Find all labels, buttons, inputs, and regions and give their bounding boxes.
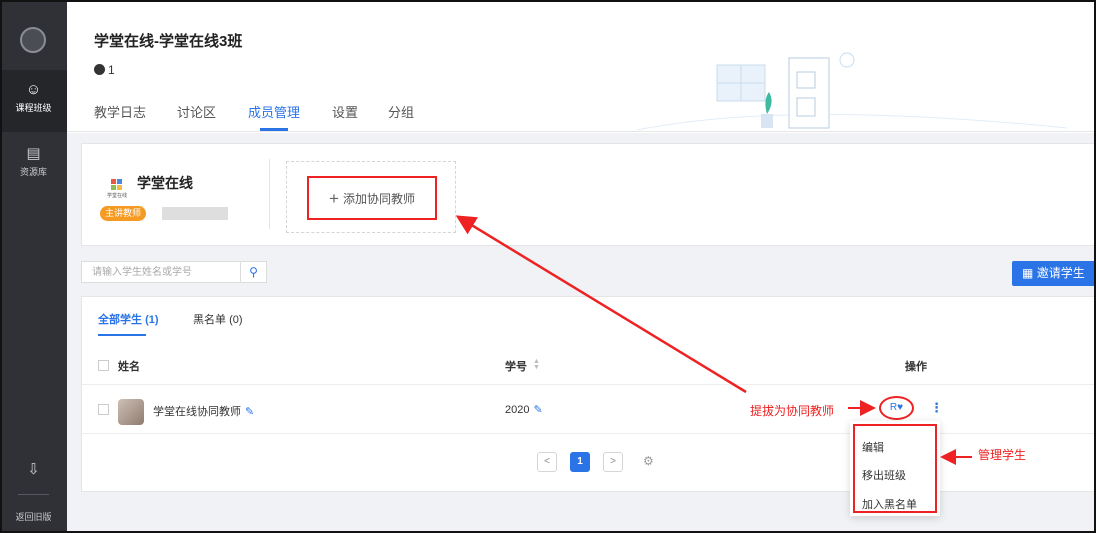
- annotation-manage: 管理学生: [978, 448, 1027, 462]
- menu-item-remove-from-class[interactable]: 移出班级: [862, 467, 906, 483]
- invite-students-button[interactable]: ▦ 邀请学生: [1012, 261, 1096, 286]
- menu-item-add-to-blacklist[interactable]: 加入黑名单: [862, 496, 917, 512]
- table-header: 姓名 学号 ▲ ▼ 操作: [82, 345, 1096, 385]
- tab-all-students[interactable]: 全部学生 (1): [98, 311, 159, 327]
- school-logo-icon: 学堂在线: [107, 179, 127, 199]
- app-logo[interactable]: [20, 27, 46, 53]
- back-to-old-version-link[interactable]: 返回旧版: [0, 510, 67, 523]
- class-icon: ☺: [25, 81, 42, 98]
- student-search: ⚲: [81, 261, 267, 283]
- column-header-student-id[interactable]: 学号: [505, 358, 527, 374]
- tab-teaching-log[interactable]: 教学日志: [94, 102, 146, 121]
- page-title: 学堂在线-学堂在线3班: [94, 33, 243, 50]
- settings-icon[interactable]: ⚙: [643, 454, 654, 468]
- sidebar-item-library[interactable]: ▤ 资源库: [0, 138, 67, 188]
- promote-user-icon: R♥: [889, 402, 904, 413]
- download-icon: ⇩: [27, 461, 40, 478]
- role-badge: 主讲教师: [100, 206, 147, 221]
- column-header-name: 姓名: [118, 361, 140, 373]
- select-all-checkbox[interactable]: [98, 360, 109, 371]
- add-co-teacher-area: + 添加协同教师: [286, 161, 456, 233]
- member-count: 1: [94, 63, 115, 77]
- student-name: 学堂在线协同教师 ✎: [153, 406, 255, 418]
- tab-groups[interactable]: 分组: [388, 102, 414, 121]
- column-header-actions: 操作: [905, 361, 927, 373]
- header-illustration: [637, 52, 1067, 131]
- active-tab-indicator: [260, 128, 288, 131]
- page-1-button[interactable]: 1: [570, 452, 590, 472]
- sidebar-item-label: 课程班级: [15, 103, 52, 113]
- next-page-button[interactable]: >: [603, 452, 623, 472]
- sidebar: ☺ 课程班级 ▤ 资源库 ⇩ 返回旧版: [0, 0, 67, 533]
- tab-discussion[interactable]: 讨论区: [177, 102, 216, 121]
- table-row: 学堂在线协同教师 ✎ 2020 ✎ R♥ ⋮: [82, 386, 1096, 434]
- tab-settings[interactable]: 设置: [332, 102, 358, 121]
- qrcode-icon: ▦: [1022, 266, 1034, 280]
- search-icon[interactable]: ⚲: [240, 262, 266, 282]
- prev-page-button[interactable]: <: [537, 452, 557, 472]
- teacher-card: 学堂在线 学堂在线 主讲教师 + 添加协同教师: [81, 143, 1096, 246]
- add-co-teacher-button[interactable]: + 添加协同教师: [307, 176, 437, 220]
- card-divider: [269, 159, 270, 229]
- annotation-promote: 提拔为协同教师: [750, 404, 835, 418]
- sort-icon[interactable]: ▲ ▼: [533, 358, 540, 371]
- search-input[interactable]: [82, 262, 232, 282]
- teacher-name-blurred: [162, 207, 228, 220]
- download-button[interactable]: ⇩: [0, 462, 67, 481]
- row-checkbox[interactable]: [98, 404, 109, 415]
- sidebar-item-classes[interactable]: ☺ 课程班级: [0, 70, 67, 132]
- student-id: 2020 ✎: [505, 404, 543, 416]
- library-icon: ▤: [26, 145, 41, 162]
- svg-text:学堂在线: 学堂在线: [107, 192, 127, 199]
- sidebar-item-label: 资源库: [19, 167, 47, 177]
- member-management-content: 学堂在线 学堂在线 主讲教师 + 添加协同教师 ⚲ ▦ 邀请学生 全部学生 (1…: [67, 133, 1096, 533]
- more-options-icon[interactable]: ⋮: [930, 400, 943, 416]
- tab-blacklist[interactable]: 黑名单 (0): [193, 311, 243, 327]
- avatar: [118, 399, 144, 425]
- edit-id-icon[interactable]: ✎: [533, 404, 542, 416]
- school-name: 学堂在线: [137, 175, 193, 191]
- plus-icon: +: [329, 188, 339, 208]
- tab-member-management[interactable]: 成员管理: [248, 102, 300, 121]
- edit-name-icon[interactable]: ✎: [245, 406, 254, 418]
- student-table-card: 全部学生 (1) 黑名单 (0) 姓名 学号 ▲ ▼ 操作 学堂在线协同教师 ✎ 2…: [81, 296, 1096, 492]
- promote-to-co-teacher-button[interactable]: R♥: [879, 396, 914, 420]
- user-icon: [94, 64, 105, 75]
- student-action-menu: 编辑 移出班级 加入黑名单: [850, 421, 940, 516]
- active-tab-indicator: [98, 334, 146, 336]
- class-header: 学堂在线-学堂在线3班 1 教学日志 讨论区 成员管理 设置 分组: [67, 0, 1096, 132]
- menu-item-edit[interactable]: 编辑: [862, 439, 884, 455]
- sidebar-divider: [18, 494, 49, 495]
